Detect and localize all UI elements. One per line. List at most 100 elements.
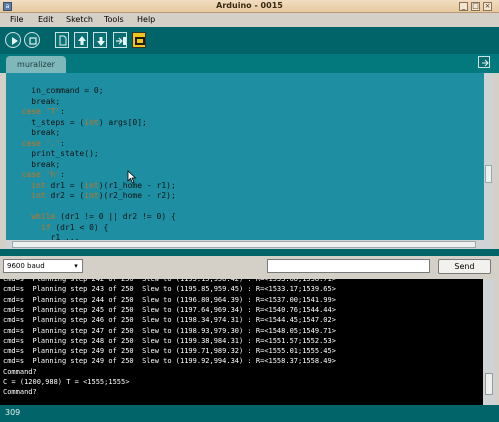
code-token: )(r1_home - r1); <box>98 180 176 190</box>
console-line: cmd=s Planning step 247 of 250 Slew to (… <box>3 326 336 335</box>
scrollbar-thumb[interactable] <box>12 241 476 248</box>
code-token: int <box>84 180 99 190</box>
code-line: break; <box>12 97 60 107</box>
console-line: cmd=s Planning step 242 of 250 Slew to (… <box>3 279 336 283</box>
code-line: print_state(); <box>12 149 99 159</box>
code-token: print_state(); <box>12 149 99 158</box>
code-token: break; <box>12 128 61 137</box>
console-line: cmd=s Planning step 245 of 250 Slew to (… <box>3 305 336 314</box>
editor-horizontal-scrollbar[interactable] <box>6 240 493 249</box>
code-line: case 'T': <box>12 107 65 117</box>
open-icon <box>78 36 86 45</box>
console-line: cmd=s Planning step 244 of 250 Slew to (… <box>3 295 336 304</box>
code-token: while <box>31 212 56 221</box>
maximize-button[interactable]: □ <box>471 2 480 11</box>
save-icon <box>97 37 105 46</box>
code-line: break; <box>12 160 60 170</box>
toolbar <box>0 27 499 54</box>
mouse-cursor-icon <box>127 170 137 184</box>
stop-icon <box>29 37 37 45</box>
line-number: 309 <box>5 408 21 417</box>
scrollbar-thumb[interactable] <box>485 165 492 183</box>
code-token: int <box>31 180 46 190</box>
code-line: int dr2 = (int)(r2_home - r2); <box>12 191 176 201</box>
code-line: case '.': <box>12 139 65 149</box>
stop-button[interactable] <box>24 32 40 48</box>
menu-file[interactable]: File <box>10 15 23 24</box>
code-token: int <box>84 117 99 127</box>
menu-tools[interactable]: Tools <box>104 15 124 24</box>
code-editor[interactable]: in_command = 0; break; case 'T': t_steps… <box>6 73 484 240</box>
serial-monitor-button[interactable] <box>132 32 146 48</box>
upload-icon <box>116 37 126 45</box>
serial-monitor-controls: 9600 baud ▾ Send <box>0 256 499 278</box>
code-token: case <box>12 170 46 179</box>
menu-bar: File Edit Sketch Tools Help <box>0 13 499 27</box>
code-token: (dr1 < 0) { <box>50 222 109 232</box>
serial-console: cmd=s Planning step 242 of 250 Slew to (… <box>0 279 483 405</box>
code-line: t_steps = (int) args[0]; <box>12 118 147 128</box>
new-button[interactable] <box>55 32 69 48</box>
console-vertical-scrollbar[interactable] <box>483 279 495 405</box>
code-token: (dr1 != 0 || dr2 != 0) { <box>55 212 176 221</box>
code-token: int <box>84 191 99 200</box>
baud-rate-select[interactable]: 9600 baud ▾ <box>3 259 83 273</box>
console-line: Command? <box>3 388 37 397</box>
code-line: in_command = 0; <box>12 86 104 96</box>
console-line: cmd=s Planning step 246 of 250 Slew to (… <box>3 316 336 325</box>
menu-sketch[interactable]: Sketch <box>66 15 93 24</box>
menu-help[interactable]: Help <box>137 15 155 24</box>
code-token: '.' <box>45 138 61 148</box>
code-token: : <box>60 138 65 148</box>
code-token: break; <box>12 96 61 106</box>
upload-button[interactable] <box>113 32 127 48</box>
close-button[interactable]: × <box>483 2 492 11</box>
code-token: break; <box>12 159 61 169</box>
tab-strip: muralizer <box>0 54 499 73</box>
split-divider[interactable] <box>0 249 499 256</box>
code-line: case 'h': <box>12 170 65 180</box>
chevron-down-icon: ▾ <box>74 262 78 270</box>
code-token: int <box>31 191 46 200</box>
arrow-right-icon <box>482 59 489 67</box>
console-line: cmd=s Planning step 243 of 250 Slew to (… <box>3 285 336 294</box>
code-token: : <box>60 107 65 116</box>
code-token: r1_... <box>12 233 80 240</box>
tab-muralizer[interactable]: muralizer <box>6 56 66 73</box>
code-line: int dr1 = (int)(r1_home - r1); <box>12 181 176 191</box>
code-token: 'h' <box>45 170 61 179</box>
scrollbar-thumb[interactable] <box>485 373 493 395</box>
code-token: dr2 = ( <box>45 191 85 200</box>
send-button[interactable]: Send <box>438 259 491 274</box>
code-token: t_steps = ( <box>12 117 85 127</box>
verify-icon <box>12 37 18 45</box>
save-button[interactable] <box>93 32 107 48</box>
code-line: while (dr1 != 0 || dr2 != 0) { <box>12 212 176 222</box>
verify-button[interactable] <box>5 32 21 48</box>
code-token: dr1 = ( <box>45 180 85 190</box>
title-bar: a Arduino - 0015 _ □ × <box>0 0 499 13</box>
code-line: if (dr1 < 0) { <box>12 223 108 233</box>
code-token: case <box>12 138 46 148</box>
serial-input[interactable] <box>267 259 430 273</box>
console-line: C = (1200,988) T = <1555;1555> <box>3 378 130 386</box>
editor-vertical-scrollbar[interactable] <box>484 73 493 240</box>
console-line: Command? <box>3 367 37 376</box>
open-button[interactable] <box>74 32 88 48</box>
serial-monitor-icon <box>135 37 145 45</box>
tab-menu-button[interactable] <box>478 56 490 68</box>
minimize-button[interactable]: _ <box>459 2 468 11</box>
console-line: cmd=s Planning step 249 of 250 Slew to (… <box>3 347 336 356</box>
code-token: case <box>12 107 46 116</box>
new-icon <box>59 35 67 46</box>
code-token: 'T' <box>45 107 61 116</box>
baud-rate-value: 9600 baud <box>7 262 45 270</box>
window-title: Arduino - 0015 <box>216 1 283 10</box>
code-line: r1_... <box>12 233 80 240</box>
status-bar: 309 <box>0 405 499 422</box>
code-token: in_command = 0; <box>12 86 104 95</box>
menu-edit[interactable]: Edit <box>38 15 54 24</box>
